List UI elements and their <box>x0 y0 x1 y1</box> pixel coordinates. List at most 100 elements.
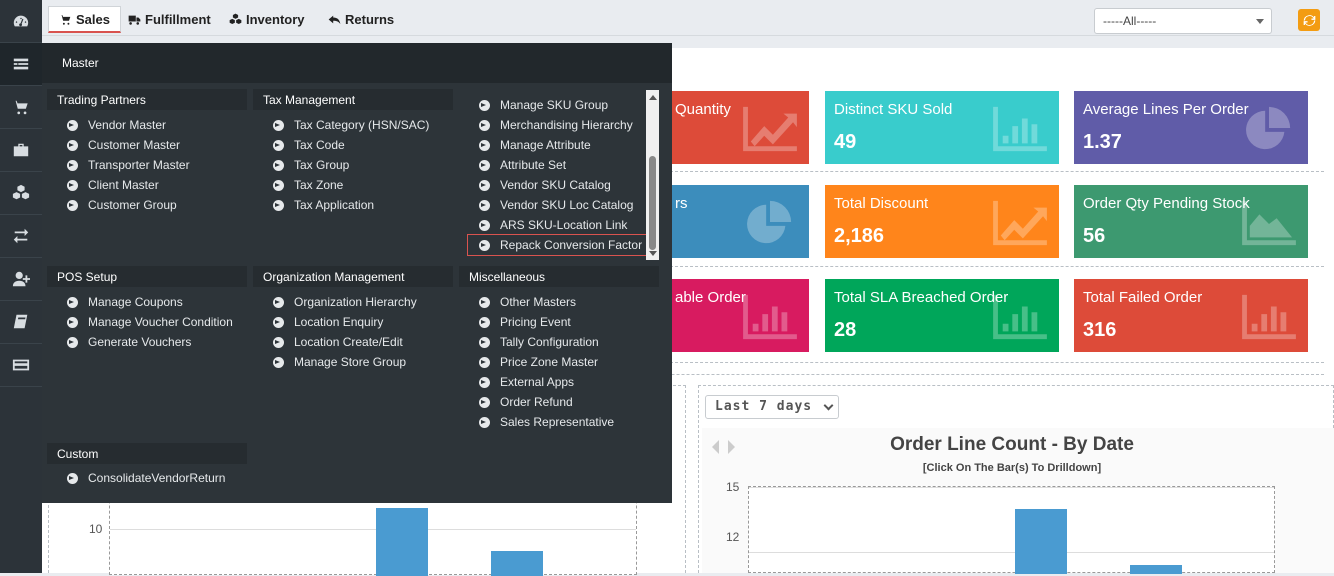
menu-item-label: Tax Application <box>294 198 375 212</box>
menu-item[interactable]: Vendor SKU Catalog <box>479 178 611 192</box>
filter-select[interactable]: -----All----- <box>1094 8 1272 34</box>
chart-bar[interactable] <box>376 508 428 576</box>
menu-item-label: Tally Configuration <box>500 335 599 349</box>
arrow-circle-right-icon <box>479 99 490 111</box>
pie-chart-icon <box>747 200 792 244</box>
kpi-tile-pending-stock[interactable]: Order Qty Pending Stock 56 <box>1074 185 1308 258</box>
kpi-tile-avg-lines[interactable]: Average Lines Per Order 1.37 <box>1074 91 1308 164</box>
truck-icon <box>128 15 141 25</box>
menu-item[interactable]: Manage SKU Group <box>479 98 608 112</box>
kpi-label: Distinct SKU Sold <box>834 101 953 118</box>
bar-chart-icon <box>743 294 797 340</box>
menu-item[interactable]: Tax Code <box>273 138 345 152</box>
book-icon[interactable] <box>0 301 42 344</box>
menu-item[interactable]: Location Enquiry <box>273 315 383 329</box>
kpi-tile-distinct-sku[interactable]: Distinct SKU Sold 49 <box>825 91 1059 164</box>
briefcase-icon[interactable] <box>0 129 42 172</box>
menu-item[interactable]: Manage Store Group <box>273 355 406 369</box>
menu-item-label: Manage Attribute <box>500 138 591 152</box>
arrow-circle-right-icon <box>479 159 490 171</box>
tab-returns[interactable]: Returns <box>328 6 394 33</box>
menu-item[interactable]: Tax Group <box>273 158 349 172</box>
menu-item[interactable]: Sales Representative <box>479 415 614 429</box>
bar-chart-icon <box>993 294 1047 340</box>
chevron-down-icon <box>1256 19 1264 24</box>
menu-item-label: Generate Vouchers <box>88 335 192 349</box>
arrow-circle-right-icon <box>67 159 78 171</box>
menu-item[interactable]: Pricing Event <box>479 315 571 329</box>
date-range-select[interactable]: Last 7 days <box>705 395 839 419</box>
exchange-icon[interactable] <box>0 215 42 258</box>
kpi-tile-sla-breached[interactable]: Total SLA Breached Order 28 <box>825 279 1059 352</box>
cubes-icon[interactable] <box>0 172 42 215</box>
kpi-tile-total-discount[interactable]: Total Discount 2,186 <box>825 185 1059 258</box>
menu-item[interactable]: Tax Zone <box>273 178 343 192</box>
menu-item-label: External Apps <box>500 375 575 389</box>
arrow-circle-right-icon <box>67 336 78 348</box>
divider <box>670 171 1324 172</box>
kpi-tile-failed-order[interactable]: Total Failed Order 316 <box>1074 279 1308 352</box>
tab-fulfillment[interactable]: Fulfillment <box>128 6 211 33</box>
menu-scrollbar[interactable] <box>646 90 659 260</box>
dashboard-icon[interactable] <box>0 0 42 43</box>
refresh-icon <box>1303 14 1315 26</box>
menu-item-label: Customer Master <box>88 138 181 152</box>
tab-label: Sales <box>76 11 110 27</box>
menu-item[interactable]: Client Master <box>67 178 159 192</box>
arrow-circle-right-icon <box>273 296 284 308</box>
chart-title: Order Line Count - By Date <box>890 434 1134 455</box>
menu-item[interactable]: Price Zone Master <box>479 355 598 369</box>
menu-item[interactable]: Vendor SKU Loc Catalog <box>479 198 633 212</box>
scroll-up-icon[interactable] <box>649 95 657 100</box>
menu-item[interactable]: ConsolidateVendorReturn <box>67 471 225 485</box>
arrow-circle-right-icon <box>67 119 78 131</box>
chart-bar[interactable] <box>1015 509 1067 574</box>
menu-item[interactable]: Tax Application <box>273 198 374 212</box>
menu-item[interactable]: Tax Category (HSN/SAC) <box>273 118 429 132</box>
menu-item-label: Vendor SKU Catalog <box>500 178 611 192</box>
menu-section-title: Miscellaneous <box>459 266 659 287</box>
credit-card-icon[interactable] <box>0 344 42 387</box>
menu-item[interactable]: Merchandising Hierarchy <box>479 118 633 132</box>
cubes-icon <box>229 13 242 25</box>
kpi-value: 2,186 <box>834 225 885 247</box>
tab-inventory[interactable]: Inventory <box>229 6 305 33</box>
filter-select-value: -----All----- <box>1103 14 1157 28</box>
menu-section-title: Organization Management <box>253 266 453 287</box>
menu-item[interactable]: Customer Master <box>67 138 180 152</box>
menu-item[interactable]: Generate Vouchers <box>67 335 191 349</box>
menu-item-label: ConsolidateVendorReturn <box>88 471 226 485</box>
kpi-value: 49 <box>834 131 857 153</box>
menu-item[interactable]: ARS SKU-Location Link <box>479 218 627 232</box>
menu-item[interactable]: Attribute Set <box>479 158 566 172</box>
chart-bar[interactable] <box>491 551 543 576</box>
kpi-label: Average Lines Per Order <box>1083 101 1249 118</box>
menu-item[interactable]: Manage Attribute <box>479 138 591 152</box>
menu-item-repack-conversion-factor[interactable]: Repack Conversion Factor <box>466 234 652 256</box>
list-icon[interactable] <box>0 43 42 86</box>
menu-item[interactable]: Order Refund <box>479 395 573 409</box>
tab-sales[interactable]: Sales <box>48 6 121 33</box>
reply-icon <box>328 15 341 25</box>
scroll-thumb[interactable] <box>649 156 656 250</box>
menu-item[interactable]: Vendor Master <box>67 118 166 132</box>
menu-item-label: Transporter Master <box>88 158 190 172</box>
cart-icon[interactable] <box>0 86 42 129</box>
scroll-down-icon[interactable] <box>649 251 657 256</box>
menu-item[interactable]: Customer Group <box>67 198 177 212</box>
refresh-button[interactable] <box>1298 9 1320 31</box>
divider <box>670 266 1324 267</box>
user-plus-icon[interactable] <box>0 258 42 301</box>
menu-item[interactable]: Tally Configuration <box>479 335 599 349</box>
menu-item[interactable]: Organization Hierarchy <box>273 295 417 309</box>
arrow-circle-right-icon <box>273 119 284 131</box>
line-chart-icon <box>993 200 1047 246</box>
menu-item[interactable]: Other Masters <box>479 295 576 309</box>
menu-item[interactable]: External Apps <box>479 375 574 389</box>
menu-item[interactable]: Transporter Master <box>67 158 190 172</box>
menu-item[interactable]: Manage Coupons <box>67 295 183 309</box>
arrow-circle-right-icon <box>67 472 78 484</box>
menu-item[interactable]: Location Create/Edit <box>273 335 403 349</box>
kpi-label: able Order <box>675 289 746 306</box>
menu-item[interactable]: Manage Voucher Condition <box>67 315 233 329</box>
